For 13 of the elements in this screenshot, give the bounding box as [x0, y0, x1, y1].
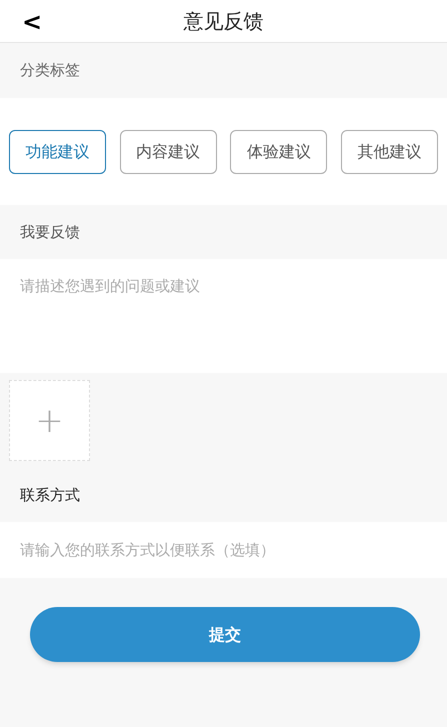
- section-label: 我要反馈: [20, 222, 80, 243]
- category-tag[interactable]: 功能建议: [9, 130, 106, 174]
- category-tag[interactable]: 内容建议: [120, 130, 217, 174]
- feedback-textarea[interactable]: 请描述您遇到的问题或建议: [0, 259, 447, 373]
- submit-button[interactable]: 提交: [30, 607, 420, 662]
- category-tag[interactable]: 体验建议: [230, 130, 328, 174]
- section-label: 分类标签: [20, 60, 80, 82]
- page-title: 意见反馈: [184, 8, 264, 35]
- category-tag[interactable]: 其他建议: [340, 130, 438, 174]
- plus-icon: +: [35, 404, 64, 438]
- contact-input-field[interactable]: 请输入您的联系方式以便联系（选填）: [0, 522, 447, 578]
- back-button[interactable]: <: [22, 4, 42, 40]
- section-label: 联系方式: [20, 485, 81, 506]
